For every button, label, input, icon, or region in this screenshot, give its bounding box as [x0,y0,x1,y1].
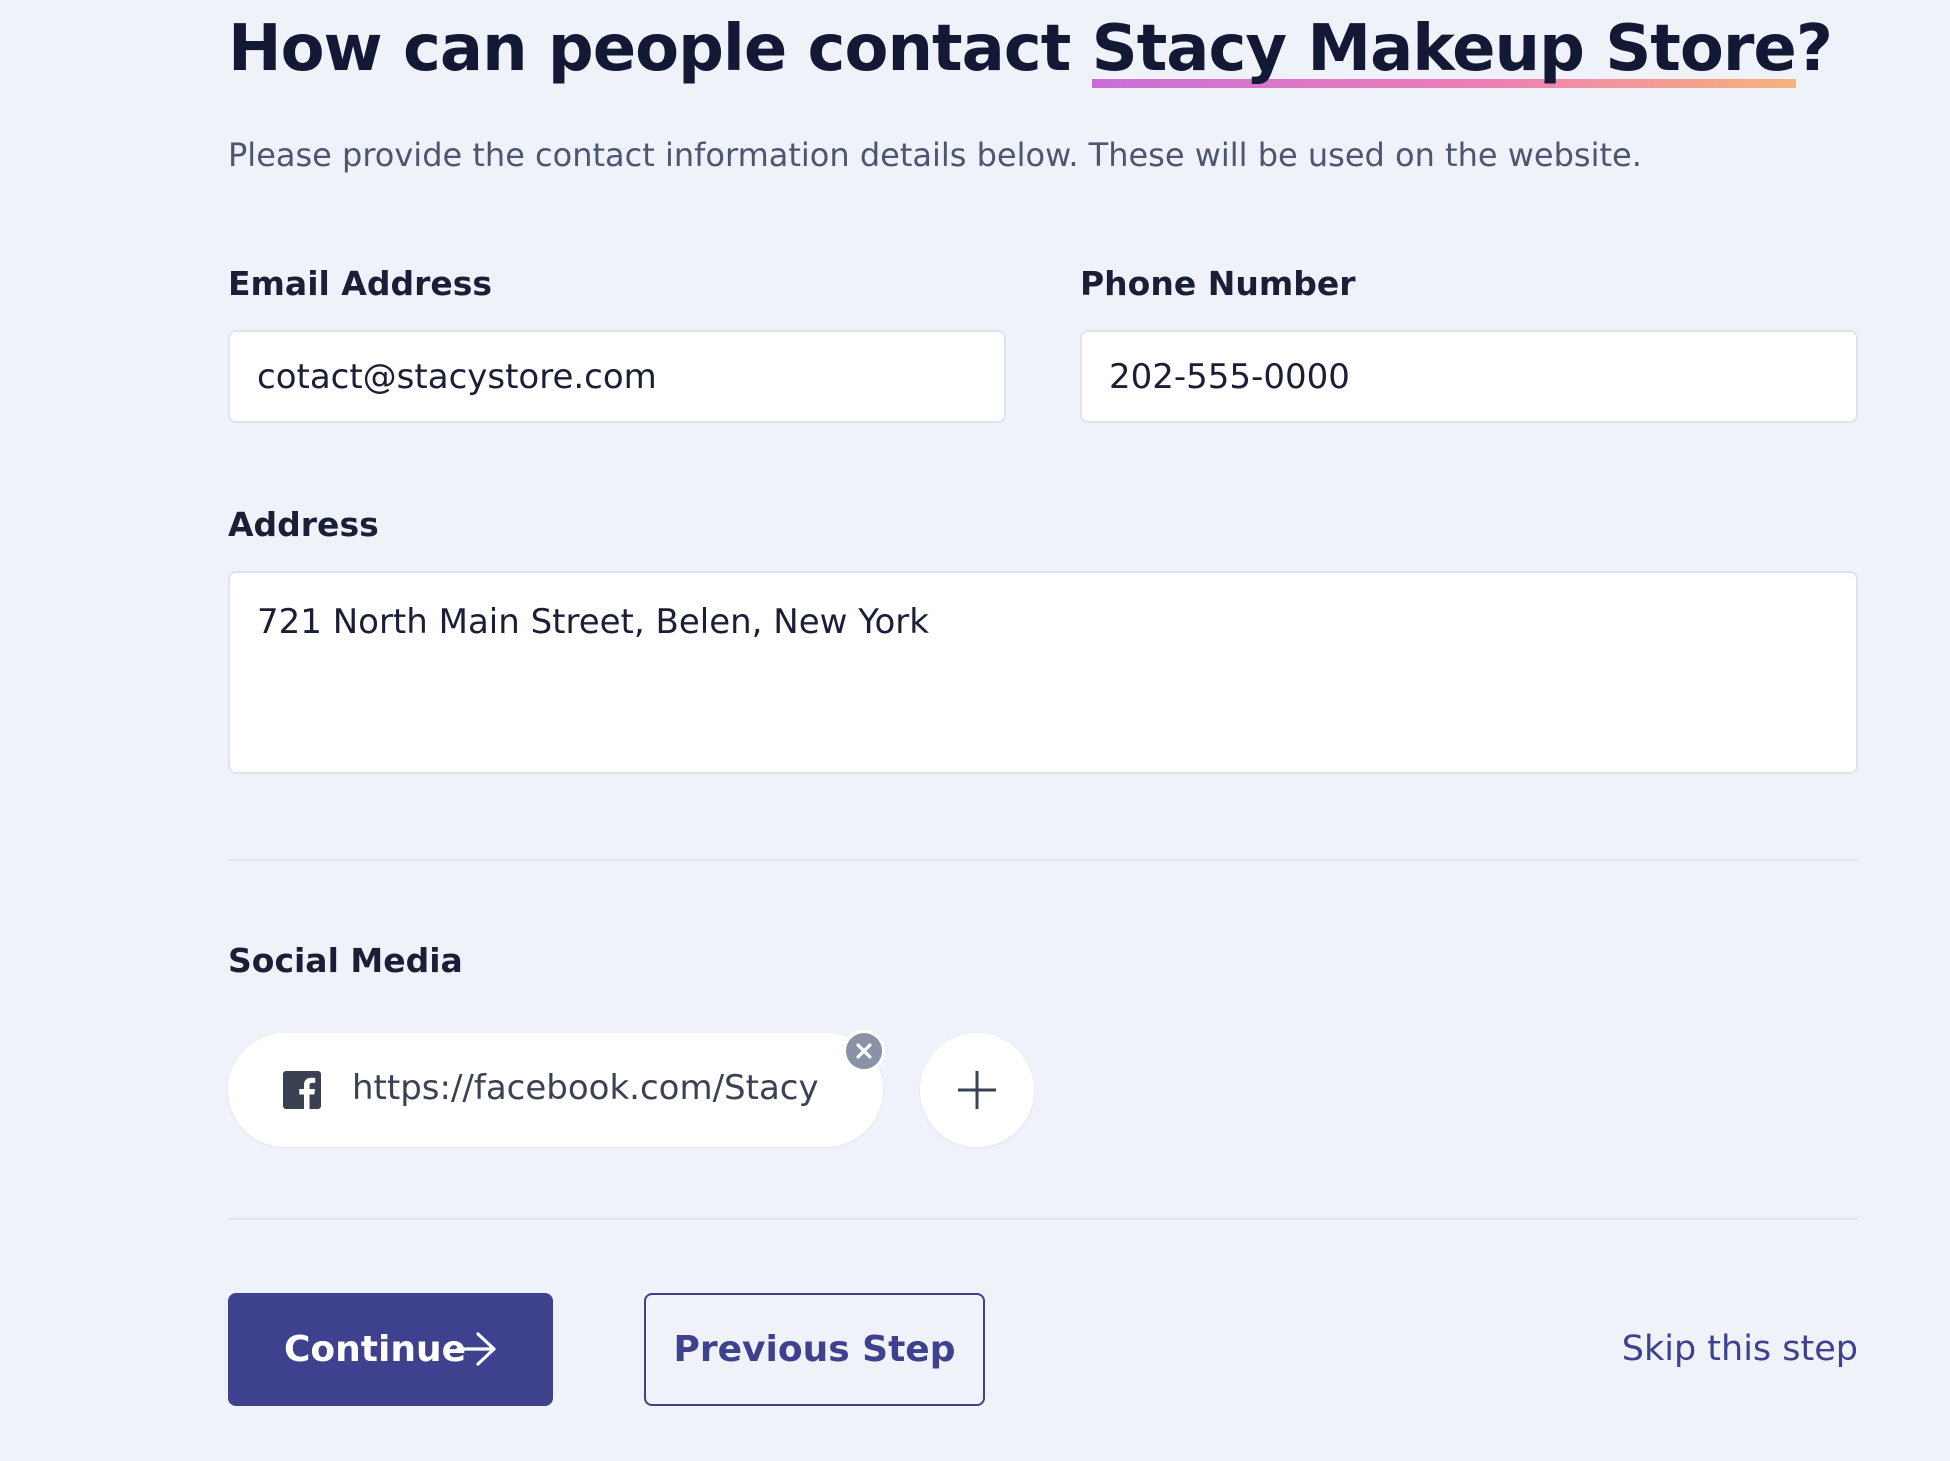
business-name: Stacy Makeup Store [1091,12,1797,88]
social-link-url: https://facebook.com/Stacy [352,1068,819,1108]
section-divider [228,1218,1858,1220]
facebook-icon [283,1071,321,1109]
page-title: How can people contact Stacy Makeup Stor… [228,12,1833,88]
email-input[interactable] [228,330,1006,423]
arrow-right-icon [456,1332,496,1366]
page-subtitle: Please provide the contact information d… [228,136,1642,174]
skip-step-link[interactable]: Skip this step [1622,1329,1858,1369]
remove-social-link-button[interactable] [843,1030,885,1072]
page-title-suffix: ? [1795,12,1833,86]
close-icon [856,1043,872,1059]
social-media-label: Social Media [228,941,463,980]
add-social-link-button[interactable] [920,1033,1034,1147]
plus-icon [958,1071,996,1109]
page-title-prefix: How can people contact [228,12,1092,86]
email-label: Email Address [228,264,493,303]
previous-step-button[interactable]: Previous Step [644,1293,985,1406]
address-label: Address [228,505,379,544]
social-link-facebook[interactable]: https://facebook.com/Stacy [228,1030,885,1147]
continue-button-label: Continue [284,1329,467,1370]
section-divider [228,859,1858,861]
continue-button[interactable]: Continue [228,1293,553,1406]
phone-input[interactable] [1080,330,1858,423]
address-textarea[interactable]: 721 North Main Street, Belen, New York [228,571,1858,774]
phone-label: Phone Number [1080,264,1356,303]
